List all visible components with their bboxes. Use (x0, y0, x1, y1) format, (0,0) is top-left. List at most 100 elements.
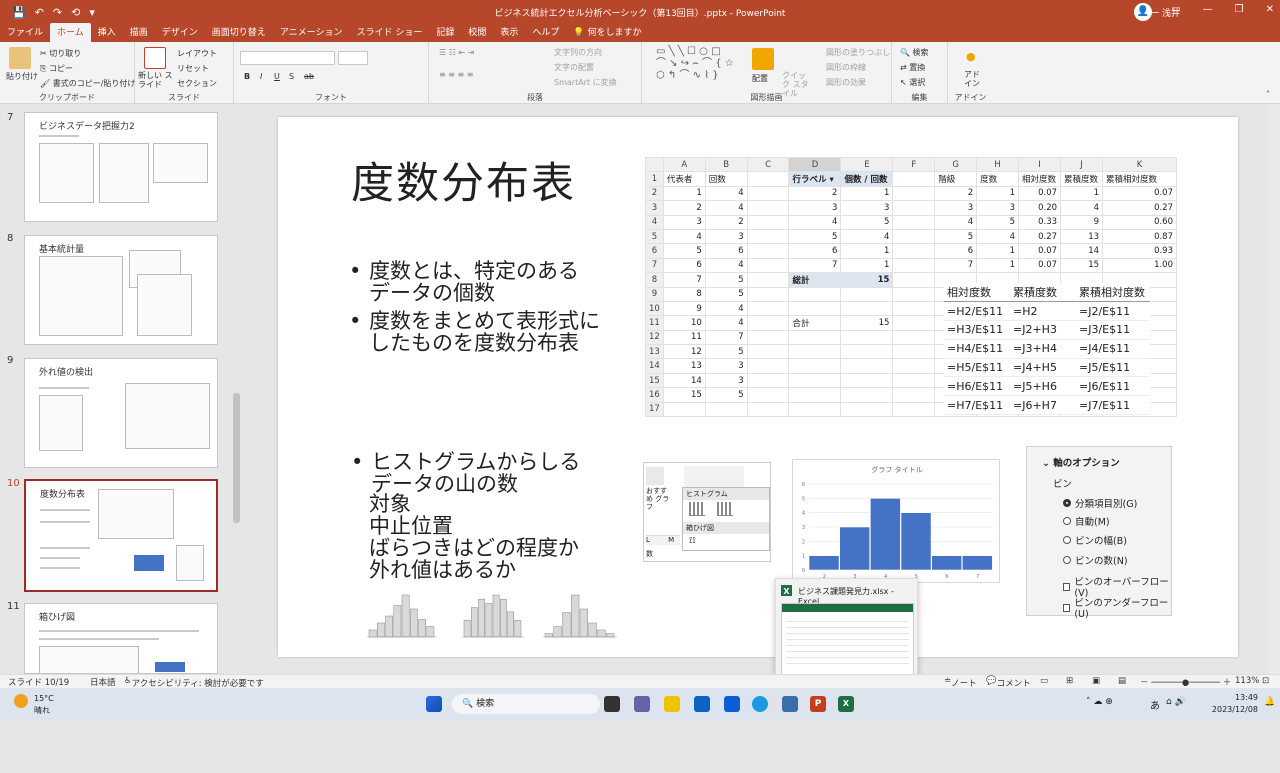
notes-button[interactable]: ≐ ノート (944, 676, 977, 689)
find-button[interactable]: 🔍 検索 (900, 47, 929, 58)
shapes-gallery[interactable]: ▭ ╲ ╲ ☐ ○ □ ⌒ ↘ ↪ ⌢ ⌒ { ☆ ⬡ ↰ ⌒ ∿ ⌇ } (656, 46, 734, 82)
powerpoint-icon[interactable]: P (810, 696, 826, 712)
paste-button[interactable]: 貼り付け (6, 71, 38, 82)
new-slide-icon[interactable] (144, 47, 166, 69)
restore-icon[interactable]: ❐ (1235, 4, 1244, 15)
weather-icon[interactable] (14, 694, 28, 708)
system-tray-icons[interactable]: ˄ ☁ ⊕ (1086, 697, 1113, 707)
save-icon[interactable]: 💾 (12, 6, 26, 19)
slide-scrollbar[interactable] (1268, 105, 1280, 674)
store-icon[interactable] (724, 696, 740, 712)
tab-draw[interactable]: 描画 (123, 23, 155, 42)
arrange-button[interactable]: 配置 (752, 73, 768, 84)
tell-me-search[interactable]: 💡 何をしますか (566, 23, 648, 42)
normal-view-icon[interactable]: ▭ (1040, 676, 1048, 686)
layout-button[interactable]: レイアウト (177, 48, 217, 59)
language[interactable]: 日本語 (90, 676, 116, 688)
slide-thumbnail-11[interactable]: 箱ひげ図 (24, 603, 218, 674)
app-icon[interactable] (782, 696, 798, 712)
accessibility-status[interactable]: ♿ アクセシビリティ: 検討が必要です (124, 676, 264, 689)
shadow-button[interactable]: S (289, 72, 294, 81)
file-explorer-icon[interactable] (664, 696, 680, 712)
slide-thumbnail-7[interactable]: ビジネスデータ把握力2 (24, 112, 218, 222)
thumbnail-scrollbar-thumb[interactable] (233, 393, 240, 523)
slide-thumbnail-10[interactable]: 度数分布表 (24, 479, 218, 592)
tab-home[interactable]: ホーム (50, 23, 91, 42)
addins-icon[interactable]: ● (966, 50, 976, 63)
font-name-input[interactable] (240, 51, 335, 65)
replace-button[interactable]: ⇄ 置換 (900, 62, 925, 73)
network-volume-icons[interactable]: ⌂ 🔊 (1166, 697, 1186, 707)
tab-transitions[interactable]: 画面切り替え (205, 23, 273, 42)
tab-record[interactable]: 記録 (429, 23, 461, 42)
tab-slideshow[interactable]: スライド ショー (349, 23, 429, 42)
outlook-icon[interactable] (694, 696, 710, 712)
radio-bin-count[interactable]: ビンの数(N) (1063, 553, 1128, 567)
excel-taskbar-icon[interactable]: X (838, 696, 854, 712)
slide-title[interactable]: 度数分布表 (351, 149, 576, 211)
bold-button[interactable]: B (244, 72, 250, 81)
tab-view[interactable]: 表示 (493, 23, 525, 42)
ime-indicator[interactable]: あ (1150, 697, 1160, 712)
notification-icon[interactable]: 🔔 (1264, 697, 1275, 707)
tab-file[interactable]: ファイル (0, 23, 50, 42)
select-button[interactable]: ↖ 選択 (900, 77, 925, 88)
reset-button[interactable]: リセット (177, 63, 209, 74)
histogram-points[interactable]: 対象 中止位置 ばらつきはどの程度か 外れ値はあるか (369, 493, 579, 581)
collapse-ribbon-icon[interactable]: ˄ (1266, 90, 1270, 99)
list-buttons[interactable]: ☰ ☷ ⇤ ⇥ (439, 48, 474, 57)
arrange-icon[interactable] (752, 48, 774, 70)
section-button[interactable]: セクション (177, 78, 217, 89)
redo-icon[interactable]: ↷ (53, 6, 62, 19)
text-direction-button[interactable]: 文字列の方向 (554, 47, 602, 58)
close-icon[interactable]: ✕ (1266, 4, 1274, 15)
taskbar-search[interactable]: 🔍 検索 (452, 694, 600, 714)
avatar[interactable]: 👤 (1134, 3, 1152, 21)
fit-to-window-icon[interactable]: ⊡ (1262, 676, 1269, 686)
tab-animations[interactable]: アニメーション (273, 23, 350, 42)
checkbox-underflow[interactable]: ビンのアンダーフロー(U) (1063, 595, 1171, 620)
clock-time[interactable]: 13:49 (1222, 693, 1258, 702)
tab-design[interactable]: デザイン (155, 23, 205, 42)
font-size-input[interactable] (338, 51, 368, 65)
undo-icon[interactable]: ↶ (35, 6, 44, 19)
slide[interactable]: 度数分布表 • 度数とは、特定のある データの個数 • 度数をまとめて表形式に … (278, 117, 1238, 657)
tab-insert[interactable]: 挿入 (91, 23, 123, 42)
task-view-icon[interactable] (604, 696, 620, 712)
align-buttons[interactable]: ≡ ≡ ≡ ≡ (439, 70, 473, 79)
copy-button[interactable]: ⎘ コピー (40, 63, 73, 74)
radio-by-category[interactable]: 分類項目別(G) (1063, 496, 1137, 510)
minimize-icon[interactable]: — (1203, 4, 1213, 15)
zoom-slider[interactable]: － ──────●────── ＋ (1140, 676, 1231, 688)
customize-qat-icon[interactable]: ▾ (89, 6, 95, 19)
teams-icon[interactable] (634, 696, 650, 712)
comments-button[interactable]: 💬 コメント (986, 676, 1031, 689)
slide-thumbnail-8[interactable]: 基本統計量 (24, 235, 218, 345)
clock-date[interactable]: 2023/12/08 (1200, 705, 1258, 714)
slideshow-icon[interactable]: ▤ (1118, 676, 1126, 686)
italic-button[interactable]: I (260, 72, 262, 81)
radio-bin-width[interactable]: ビンの幅(B) (1063, 533, 1127, 547)
radio-auto[interactable]: 自動(M) (1063, 514, 1110, 528)
repeat-icon[interactable]: ⟲ (71, 6, 80, 19)
format-painter-button[interactable]: 🖌 書式のコピー/貼り付け (40, 78, 135, 89)
bullet-item[interactable]: • ヒストグラムからしる データの山の数 (351, 451, 580, 495)
slide-thumbnail-9[interactable]: 外れ値の検出 (24, 358, 218, 468)
paste-icon[interactable] (9, 47, 31, 69)
ribbon-display-icon[interactable]: ▭ (1171, 4, 1180, 15)
shape-outline-button[interactable]: 図形の枠線 (826, 62, 866, 73)
zoom-level[interactable]: 113% (1235, 676, 1259, 686)
tab-help[interactable]: ヘルプ (525, 23, 566, 42)
axis-options-header[interactable]: ⌄ 軸のオプション (1042, 455, 1120, 469)
bullet-item[interactable]: • 度数をまとめて表形式に したものを度数分布表 (349, 310, 600, 354)
new-slide-button[interactable]: 新しい スライド (138, 71, 174, 89)
align-text-button[interactable]: 文字の配置 (554, 62, 594, 73)
slide-sorter-icon[interactable]: ⊞ (1066, 676, 1073, 686)
edge-icon[interactable] (752, 696, 768, 712)
underline-button[interactable]: U (274, 72, 280, 81)
cut-button[interactable]: ✂ 切り取り (40, 48, 81, 59)
shape-effects-button[interactable]: 図形の効果 (826, 77, 866, 88)
start-icon[interactable] (426, 696, 442, 712)
reading-view-icon[interactable]: ▣ (1092, 676, 1100, 686)
addins-button[interactable]: アド イン (964, 70, 986, 88)
